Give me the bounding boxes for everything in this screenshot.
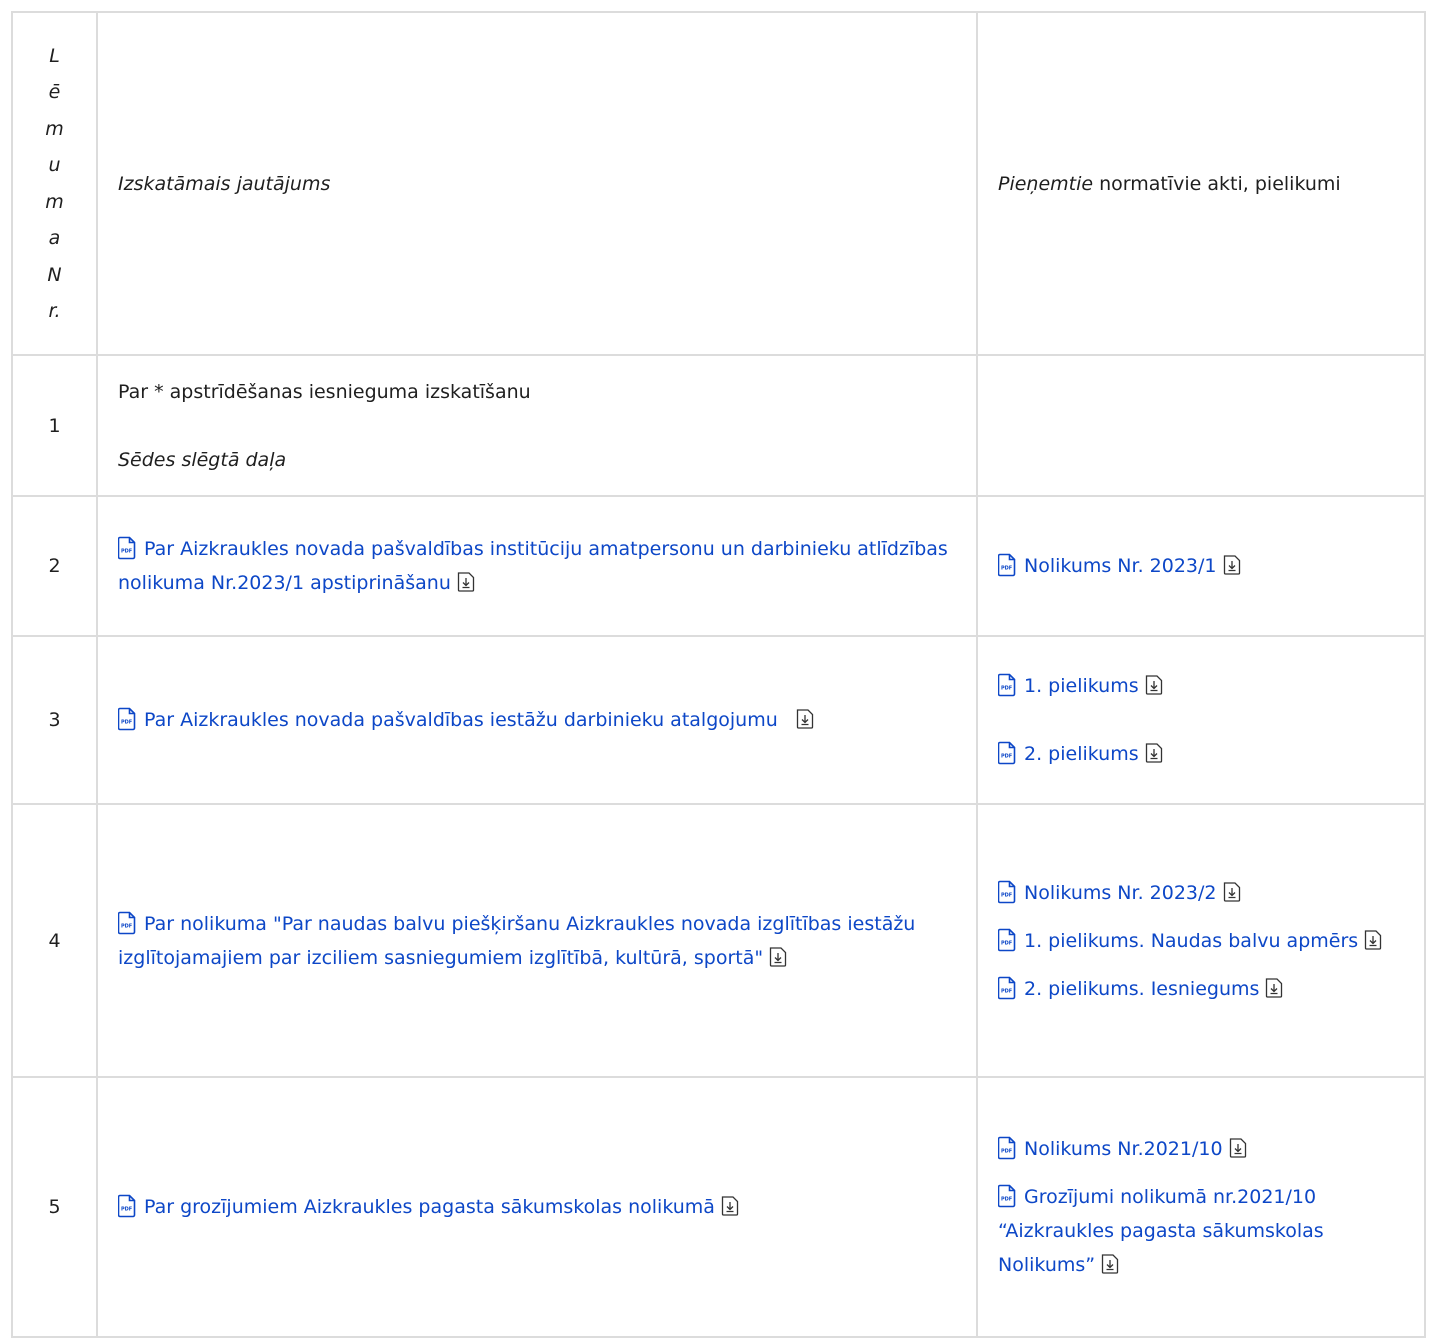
pdf-file-icon	[998, 1136, 1016, 1160]
header-nr-letter: u	[48, 154, 61, 176]
issue-link-text: Par Aizkraukles novada pašvaldības insti…	[118, 538, 948, 594]
act-link[interactable]: 2. pielikums. Iesniegums	[998, 978, 1259, 1000]
download-icon[interactable]	[1265, 978, 1283, 998]
pdf-file-icon	[118, 1194, 136, 1218]
pdf-file-icon	[118, 707, 136, 731]
issue-link[interactable]: Par Aizkraukles novada pašvaldības insti…	[118, 538, 948, 594]
pdf-file-icon	[118, 911, 136, 935]
issue-text: Par * apstrīdēšanas iesnieguma izskatīša…	[118, 380, 531, 403]
header-nr-letter: ē	[48, 81, 61, 103]
header-nr: L ē m u m a N r.	[11, 11, 98, 356]
header-nr-letter: m	[45, 117, 64, 140]
issue-link[interactable]: Par nolikuma "Par naudas balvu piešķirša…	[118, 913, 915, 969]
header-issue: Izskatāmais jautājums	[96, 11, 978, 356]
download-icon[interactable]	[1145, 743, 1163, 763]
issue-cell: Par grozījumiem Aizkraukles pagasta sāku…	[96, 1076, 978, 1338]
act-link[interactable]: Nolikums Nr.2021/10	[998, 1138, 1223, 1160]
table-row: 3 Par Aizkraukles novada pašvaldības ies…	[11, 635, 1426, 805]
issue-link[interactable]: Par grozījumiem Aizkraukles pagasta sāku…	[118, 1196, 715, 1218]
pdf-file-icon	[998, 1184, 1016, 1208]
row-number: 5	[11, 1076, 98, 1338]
download-icon[interactable]	[1223, 555, 1241, 575]
header-nr-letter: m	[45, 190, 64, 213]
row-number: 4	[11, 803, 98, 1078]
table-row: 2 Par Aizkraukles novada pašvaldības ins…	[11, 495, 1426, 637]
header-nr-letter: r.	[48, 300, 61, 322]
act-link[interactable]: Nolikums Nr. 2023/1	[998, 555, 1217, 577]
decisions-table: L ē m u m a N r. Izskatāmais jautājums P…	[11, 11, 1426, 1338]
header-acts-rest: normatīvie akti, pielikumi	[1093, 172, 1341, 195]
act-link[interactable]: 2. pielikums	[998, 743, 1139, 765]
header-nr-letter: L	[49, 44, 60, 67]
header-acts-italic: Pieņemtie	[998, 172, 1094, 195]
act-link-text: 1. pielikums. Naudas balvu apmērs	[1024, 929, 1359, 952]
act-link-text: Nolikums Nr.2021/10	[1024, 1138, 1223, 1160]
act-link-text: Nolikums Nr. 2023/1	[1024, 555, 1217, 577]
acts-cell: Nolikums Nr.2021/10 Grozījumi nolikumā n…	[976, 1076, 1426, 1338]
header-nr-letter: N	[47, 263, 62, 286]
header-acts: Pieņemtie normatīvie akti, pielikumi	[976, 11, 1426, 356]
pdf-file-icon	[998, 976, 1016, 1000]
act-link-text: 2. pielikums. Iesniegums	[1024, 977, 1260, 1000]
pdf-file-icon	[998, 673, 1016, 697]
act-link[interactable]: Grozījumi nolikumā nr.2021/10 “Aizkraukl…	[998, 1186, 1324, 1276]
row-number: 2	[11, 495, 98, 637]
pdf-file-icon	[998, 553, 1016, 577]
download-icon[interactable]	[1145, 675, 1163, 695]
download-icon[interactable]	[1223, 882, 1241, 902]
row-number: 1	[11, 354, 98, 497]
table-row: 1 Par * apstrīdēšanas iesnieguma izskatī…	[11, 354, 1426, 497]
table-row: 4 Par nolikuma "Par naudas balvu piešķir…	[11, 803, 1426, 1078]
issue-cell: Par * apstrīdēšanas iesnieguma izskatīša…	[96, 354, 978, 497]
acts-cell	[976, 354, 1426, 497]
act-link-text: Nolikums Nr. 2023/2	[1024, 881, 1217, 904]
download-icon[interactable]	[1364, 930, 1382, 950]
act-link-text: 1. pielikums	[1024, 675, 1139, 697]
issue-link-text: Par nolikuma "Par naudas balvu piešķirša…	[118, 912, 916, 969]
header-nr-letter: a	[48, 227, 61, 249]
acts-cell: Nolikums Nr. 2023/1	[976, 495, 1426, 637]
issue-cell: Par nolikuma "Par naudas balvu piešķirša…	[96, 803, 978, 1078]
issue-cell: Par Aizkraukles novada pašvaldības insti…	[96, 495, 978, 637]
pdf-file-icon	[998, 880, 1016, 904]
issue-note: Sēdes slēgtā daļa	[118, 448, 287, 471]
row-number: 3	[11, 635, 98, 805]
issue-link-text: Par grozījumiem Aizkraukles pagasta sāku…	[144, 1196, 715, 1218]
act-link-text: 2. pielikums	[1024, 743, 1139, 765]
acts-cell: Nolikums Nr. 2023/2 1. pielikums. Naudas…	[976, 803, 1426, 1078]
download-icon[interactable]	[721, 1196, 739, 1216]
pdf-file-icon	[118, 536, 136, 560]
download-icon[interactable]	[769, 947, 787, 967]
issue-cell: Par Aizkraukles novada pašvaldības iestā…	[96, 635, 978, 805]
issue-link[interactable]: Par Aizkraukles novada pašvaldības iestā…	[118, 709, 778, 731]
act-link[interactable]: Nolikums Nr. 2023/2	[998, 882, 1217, 904]
issue-link-text: Par Aizkraukles novada pašvaldības iestā…	[144, 709, 778, 731]
header-row: L ē m u m a N r. Izskatāmais jautājums P…	[11, 11, 1426, 356]
download-icon[interactable]	[457, 572, 475, 592]
pdf-file-icon	[998, 741, 1016, 765]
act-link[interactable]: 1. pielikums	[998, 675, 1139, 697]
download-icon[interactable]	[796, 709, 814, 729]
download-icon[interactable]	[1101, 1254, 1119, 1274]
act-link-text: Grozījumi nolikumā nr.2021/10 “Aizkraukl…	[998, 1186, 1324, 1276]
download-icon[interactable]	[1229, 1138, 1247, 1158]
acts-cell: 1. pielikums 2. pielikums	[976, 635, 1426, 805]
act-link[interactable]: 1. pielikums. Naudas balvu apmērs	[998, 930, 1358, 952]
pdf-file-icon	[998, 928, 1016, 952]
table-row: 5 Par grozījumiem Aizkraukles pagasta sā…	[11, 1076, 1426, 1338]
